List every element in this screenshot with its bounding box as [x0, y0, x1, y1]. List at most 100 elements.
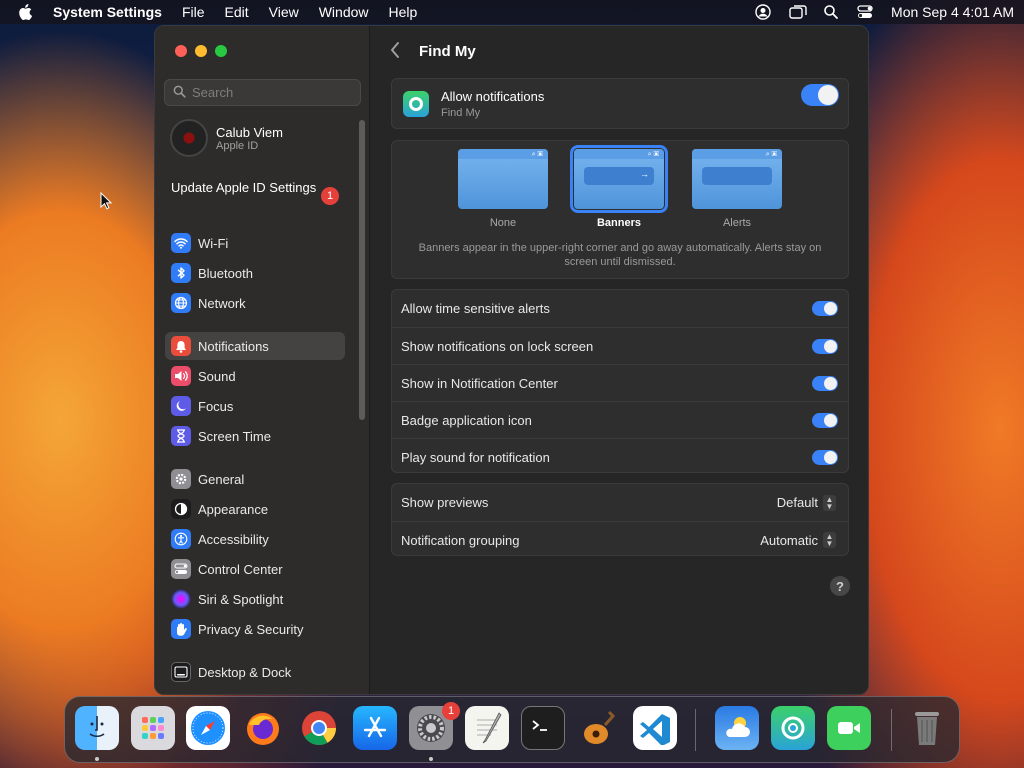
sidebar-item-label: Control Center: [198, 561, 283, 577]
preview-grouping-card: Show previews Default ▲ ▼ Notification gr…: [391, 483, 849, 556]
terminal-icon[interactable]: [521, 706, 565, 750]
sidebar-item-label: Wi-Fi: [198, 235, 229, 251]
sidebar-item-label: Privacy & Security: [198, 621, 304, 637]
badge-icon-toggle[interactable]: [812, 413, 838, 428]
notification-grouping-select[interactable]: Automatic ▲ ▼: [760, 532, 836, 548]
alert-style-card: ⌕ ▣ None ⌕ ▣ → Banners ⌕ ▣ Alerts Banner…: [391, 140, 849, 279]
select-row-notification-grouping: Notification grouping Automatic ▲ ▼: [392, 521, 848, 558]
firefox-icon[interactable]: [241, 706, 285, 750]
lock-screen-toggle[interactable]: [812, 339, 838, 354]
sidebar-item-screen-time[interactable]: Screen Time: [165, 422, 345, 450]
sidebar-item-label: Siri & Spotlight: [198, 591, 284, 607]
safari-icon[interactable]: [186, 706, 230, 750]
wifi-icon: [171, 233, 191, 253]
page-title: Find My: [419, 43, 476, 60]
allow-notifications-toggle[interactable]: [801, 84, 839, 106]
select-value: Automatic: [760, 532, 818, 548]
apple-id-account[interactable]: Calub Viem Apple ID: [170, 119, 283, 157]
zoom-window-button[interactable]: [215, 45, 227, 57]
sidebar-item-focus[interactable]: Focus: [165, 392, 345, 420]
sidebar-item-general[interactable]: General: [165, 465, 345, 493]
app-menu[interactable]: System Settings: [53, 4, 162, 20]
launchpad-icon[interactable]: [131, 706, 175, 750]
menu-view[interactable]: View: [269, 4, 299, 20]
sidebar-item-label: Appearance: [198, 501, 269, 517]
search-input[interactable]: [192, 85, 352, 100]
sidebar: Calub Viem Apple ID Update Apple ID Sett…: [155, 26, 370, 694]
sidebar-item-network[interactable]: Network: [165, 289, 345, 317]
help-button[interactable]: ?: [830, 576, 850, 596]
time-sensitive-toggle[interactable]: [812, 301, 838, 316]
close-window-button[interactable]: [175, 45, 187, 57]
control-center-icon[interactable]: [857, 4, 873, 20]
spotlight-search-icon[interactable]: [823, 4, 839, 20]
screen-mirroring-icon[interactable]: [789, 4, 807, 20]
toggle-row-notification-center: Show in Notification Center: [392, 364, 848, 401]
search-field[interactable]: [164, 79, 361, 106]
weather-icon[interactable]: [715, 706, 759, 750]
menu-file[interactable]: File: [182, 4, 205, 20]
alert-style-banners[interactable]: ⌕ ▣ → Banners: [570, 145, 668, 229]
menu-edit[interactable]: Edit: [225, 4, 249, 20]
toggle-label: Play sound for notification: [401, 449, 550, 465]
chrome-icon[interactable]: [297, 706, 341, 750]
sidebar-item-label: Network: [198, 295, 246, 311]
notification-options-card: Allow time sensitive alerts Show notific…: [391, 289, 849, 473]
bluetooth-icon: [171, 263, 191, 283]
vscode-icon[interactable]: [633, 706, 677, 750]
update-badge: 1: [321, 187, 339, 205]
user-icon[interactable]: [755, 4, 771, 20]
system-settings-badge: 1: [442, 702, 460, 720]
allow-notifications-app: Find My: [441, 107, 481, 119]
textedit-icon[interactable]: [465, 706, 509, 750]
sidebar-item-accessibility[interactable]: Accessibility: [165, 525, 345, 553]
menu-bar: System Settings File Edit View Window He…: [0, 0, 1024, 24]
sidebar-item-wifi[interactable]: Wi-Fi: [165, 229, 345, 257]
sidebar-scrollbar[interactable]: [359, 120, 365, 420]
minimize-window-button[interactable]: [195, 45, 207, 57]
toggle-row-sound: Play sound for notification: [392, 438, 848, 475]
sidebar-item-control-center[interactable]: Control Center: [165, 555, 345, 583]
hand-icon: [171, 619, 191, 639]
alert-style-none[interactable]: ⌕ ▣ None: [458, 149, 548, 229]
chevron-up-down-icon: ▲ ▼: [823, 532, 836, 548]
trash-icon[interactable]: [905, 706, 949, 750]
play-sound-toggle[interactable]: [812, 450, 838, 465]
moon-icon: [171, 396, 191, 416]
toggle-label: Badge application icon: [401, 412, 532, 428]
menu-window[interactable]: Window: [319, 4, 369, 20]
appearance-icon: [171, 499, 191, 519]
show-previews-select[interactable]: Default ▲ ▼: [777, 494, 836, 511]
apple-menu-icon[interactable]: [10, 4, 40, 20]
garageband-icon[interactable]: [577, 706, 621, 750]
app-store-icon[interactable]: [353, 706, 397, 750]
sidebar-item-privacy-security[interactable]: Privacy & Security: [165, 615, 345, 643]
back-button[interactable]: [389, 41, 401, 65]
menu-help[interactable]: Help: [389, 4, 418, 20]
find-my-icon[interactable]: [771, 706, 815, 750]
alert-style-label: Alerts: [722, 217, 752, 229]
alert-style-alerts[interactable]: ⌕ ▣ Alerts: [692, 149, 782, 229]
avatar: [170, 119, 208, 157]
dock: 1: [64, 696, 960, 763]
sidebar-item-notifications[interactable]: Notifications: [165, 332, 345, 360]
facetime-icon[interactable]: [827, 706, 871, 750]
sidebar-item-siri-spotlight[interactable]: Siri & Spotlight: [165, 585, 345, 613]
sidebar-item-sound[interactable]: Sound: [165, 362, 345, 390]
sidebar-item-appearance[interactable]: Appearance: [165, 495, 345, 523]
menu-bar-clock[interactable]: Mon Sep 4 4:01 AM: [891, 4, 1014, 20]
toggle-row-lock-screen: Show notifications on lock screen: [392, 327, 848, 364]
toggle-label: Show in Notification Center: [401, 375, 558, 391]
control-center-icon: [171, 559, 191, 579]
dock-separator: [891, 709, 892, 751]
system-settings-window: Calub Viem Apple ID Update Apple ID Sett…: [154, 25, 869, 695]
update-apple-id-settings[interactable]: Update Apple ID Settings: [171, 180, 346, 196]
sidebar-item-desktop-dock[interactable]: Desktop & Dock: [165, 658, 345, 686]
finder-icon[interactable]: [75, 706, 119, 750]
alert-style-banners-preview: ⌕ ▣ →: [570, 145, 668, 213]
notification-center-toggle[interactable]: [812, 376, 838, 391]
select-row-show-previews: Show previews Default ▲ ▼: [392, 484, 848, 521]
hourglass-icon: [171, 426, 191, 446]
dock-icon: [171, 662, 191, 682]
sidebar-item-bluetooth[interactable]: Bluetooth: [165, 259, 345, 287]
